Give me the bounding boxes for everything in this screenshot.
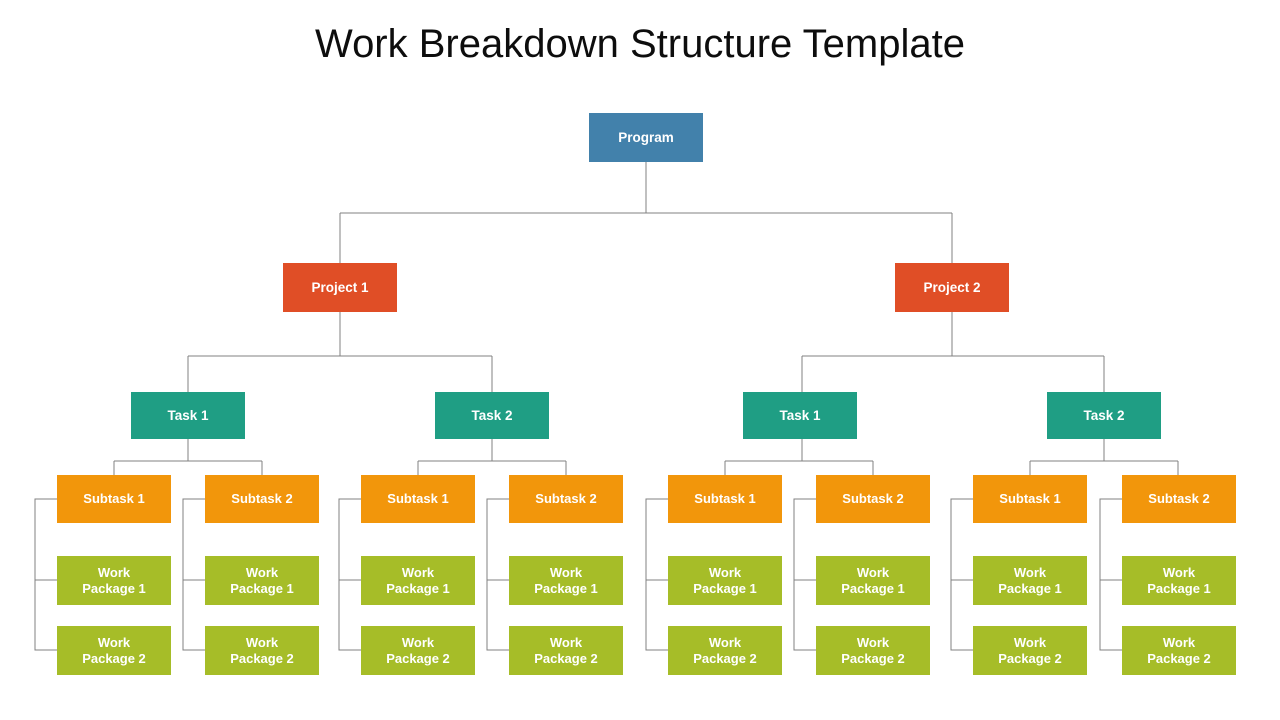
work-package-node[interactable]: Work Package 2 — [816, 626, 930, 675]
work-package-node[interactable]: Work Package 2 — [57, 626, 171, 675]
subtask-node[interactable]: Subtask 2 — [205, 475, 319, 523]
work-package-node[interactable]: Work Package 1 — [361, 556, 475, 605]
project-node-label: Project 2 — [923, 279, 981, 295]
connector-lines — [34, 162, 1179, 651]
work-package-node[interactable]: Work Package 1 — [973, 556, 1087, 605]
task-node-label: Task 1 — [167, 407, 209, 423]
subtask-node-label: Subtask 1 — [999, 491, 1061, 507]
subtask-node-label: Subtask 2 — [1148, 491, 1210, 507]
subtask-node[interactable]: Subtask 1 — [973, 475, 1087, 523]
work-package-node-label: Work Package 1 — [386, 565, 450, 596]
work-package-node-label: Work Package 1 — [534, 565, 598, 596]
project-node-label: Project 1 — [311, 279, 369, 295]
wbs-diagram-canvas: Work Breakdown Structure Template Progra… — [0, 0, 1280, 720]
subtask-node[interactable]: Subtask 1 — [361, 475, 475, 523]
work-package-node[interactable]: Work Package 2 — [509, 626, 623, 675]
work-package-node-label: Work Package 2 — [534, 635, 598, 666]
work-package-node[interactable]: Work Package 2 — [361, 626, 475, 675]
task-node[interactable]: Task 2 — [1047, 392, 1161, 439]
work-package-node-label: Work Package 2 — [998, 635, 1062, 666]
work-package-node[interactable]: Work Package 1 — [509, 556, 623, 605]
program-node-label: Program — [618, 129, 674, 145]
subtask-node-label: Subtask 1 — [387, 491, 449, 507]
work-package-node-label: Work Package 1 — [998, 565, 1062, 596]
work-package-node[interactable]: Work Package 2 — [668, 626, 782, 675]
subtask-node[interactable]: Subtask 2 — [816, 475, 930, 523]
work-package-node-label: Work Package 1 — [1147, 565, 1211, 596]
work-package-node[interactable]: Work Package 1 — [1122, 556, 1236, 605]
program-node[interactable]: Program — [589, 113, 703, 162]
work-package-node[interactable]: Work Package 1 — [816, 556, 930, 605]
work-package-node-label: Work Package 2 — [841, 635, 905, 666]
task-node[interactable]: Task 1 — [743, 392, 857, 439]
work-package-node-label: Work Package 1 — [693, 565, 757, 596]
subtask-node-label: Subtask 1 — [83, 491, 145, 507]
work-package-node-label: Work Package 1 — [82, 565, 146, 596]
work-package-node[interactable]: Work Package 2 — [205, 626, 319, 675]
work-package-node-label: Work Package 2 — [230, 635, 294, 666]
work-package-node[interactable]: Work Package 1 — [668, 556, 782, 605]
project-node[interactable]: Project 2 — [895, 263, 1009, 312]
work-package-node-label: Work Package 2 — [82, 635, 146, 666]
work-package-node[interactable]: Work Package 2 — [973, 626, 1087, 675]
task-node-label: Task 1 — [779, 407, 821, 423]
subtask-node[interactable]: Subtask 1 — [668, 475, 782, 523]
work-package-node[interactable]: Work Package 1 — [205, 556, 319, 605]
work-package-node-label: Work Package 1 — [230, 565, 294, 596]
subtask-node-label: Subtask 2 — [842, 491, 904, 507]
work-package-node-label: Work Package 2 — [386, 635, 450, 666]
subtask-node[interactable]: Subtask 1 — [57, 475, 171, 523]
subtask-node-label: Subtask 2 — [231, 491, 293, 507]
subtask-node-label: Subtask 1 — [694, 491, 756, 507]
task-node[interactable]: Task 2 — [435, 392, 549, 439]
subtask-node[interactable]: Subtask 2 — [1122, 475, 1236, 523]
work-package-node[interactable]: Work Package 1 — [57, 556, 171, 605]
subtask-node[interactable]: Subtask 2 — [509, 475, 623, 523]
task-node[interactable]: Task 1 — [131, 392, 245, 439]
work-package-node-label: Work Package 1 — [841, 565, 905, 596]
task-node-label: Task 2 — [471, 407, 513, 423]
page-title: Work Breakdown Structure Template — [315, 22, 965, 66]
work-package-node-label: Work Package 2 — [693, 635, 757, 666]
work-package-node[interactable]: Work Package 2 — [1122, 626, 1236, 675]
project-node[interactable]: Project 1 — [283, 263, 397, 312]
subtask-node-label: Subtask 2 — [535, 491, 597, 507]
task-node-label: Task 2 — [1083, 407, 1125, 423]
work-package-node-label: Work Package 2 — [1147, 635, 1211, 666]
